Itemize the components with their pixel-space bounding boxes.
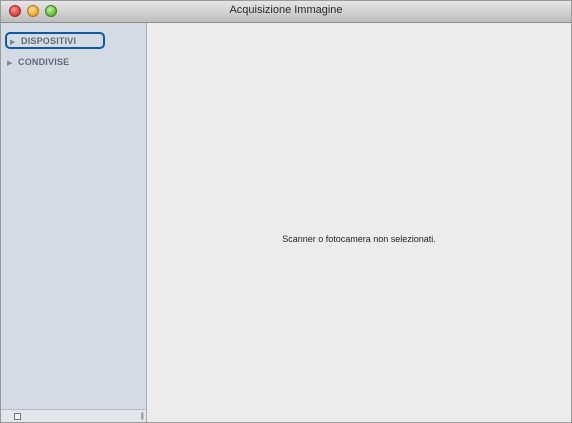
resize-grip-icon[interactable]: ||| [141,413,145,420]
title-bar[interactable]: Acquisizione Immagine [1,1,571,23]
disclosure-triangle-icon[interactable]: ▶ [10,35,18,50]
window-title: Acquisizione Immagine [229,4,343,16]
disclosure-triangle-icon[interactable]: ▶ [7,57,15,71]
sidebar-section-devices[interactable]: ▶ DISPOSITIVI [5,32,105,49]
sidebar-section-shared[interactable]: ▶ CONDIVISE [7,55,69,71]
add-device-icon[interactable] [14,413,21,420]
sidebar-section-shared-label: CONDIVISE [18,57,70,67]
no-device-selected-message: Scanner o fotocamera non selezionati. [282,234,436,244]
image-capture-window: Acquisizione Immagine ▶ DISPOSITIVI ▶ COND… [0,0,572,423]
sidebar: ▶ DISPOSITIVI ▶ CONDIVISE ||| [1,23,147,422]
main-content-area: Scanner o fotocamera non selezionati. [147,23,571,422]
sidebar-section-devices-label: DISPOSITIVI [21,36,77,46]
sidebar-bottom-bar: ||| [1,409,146,422]
